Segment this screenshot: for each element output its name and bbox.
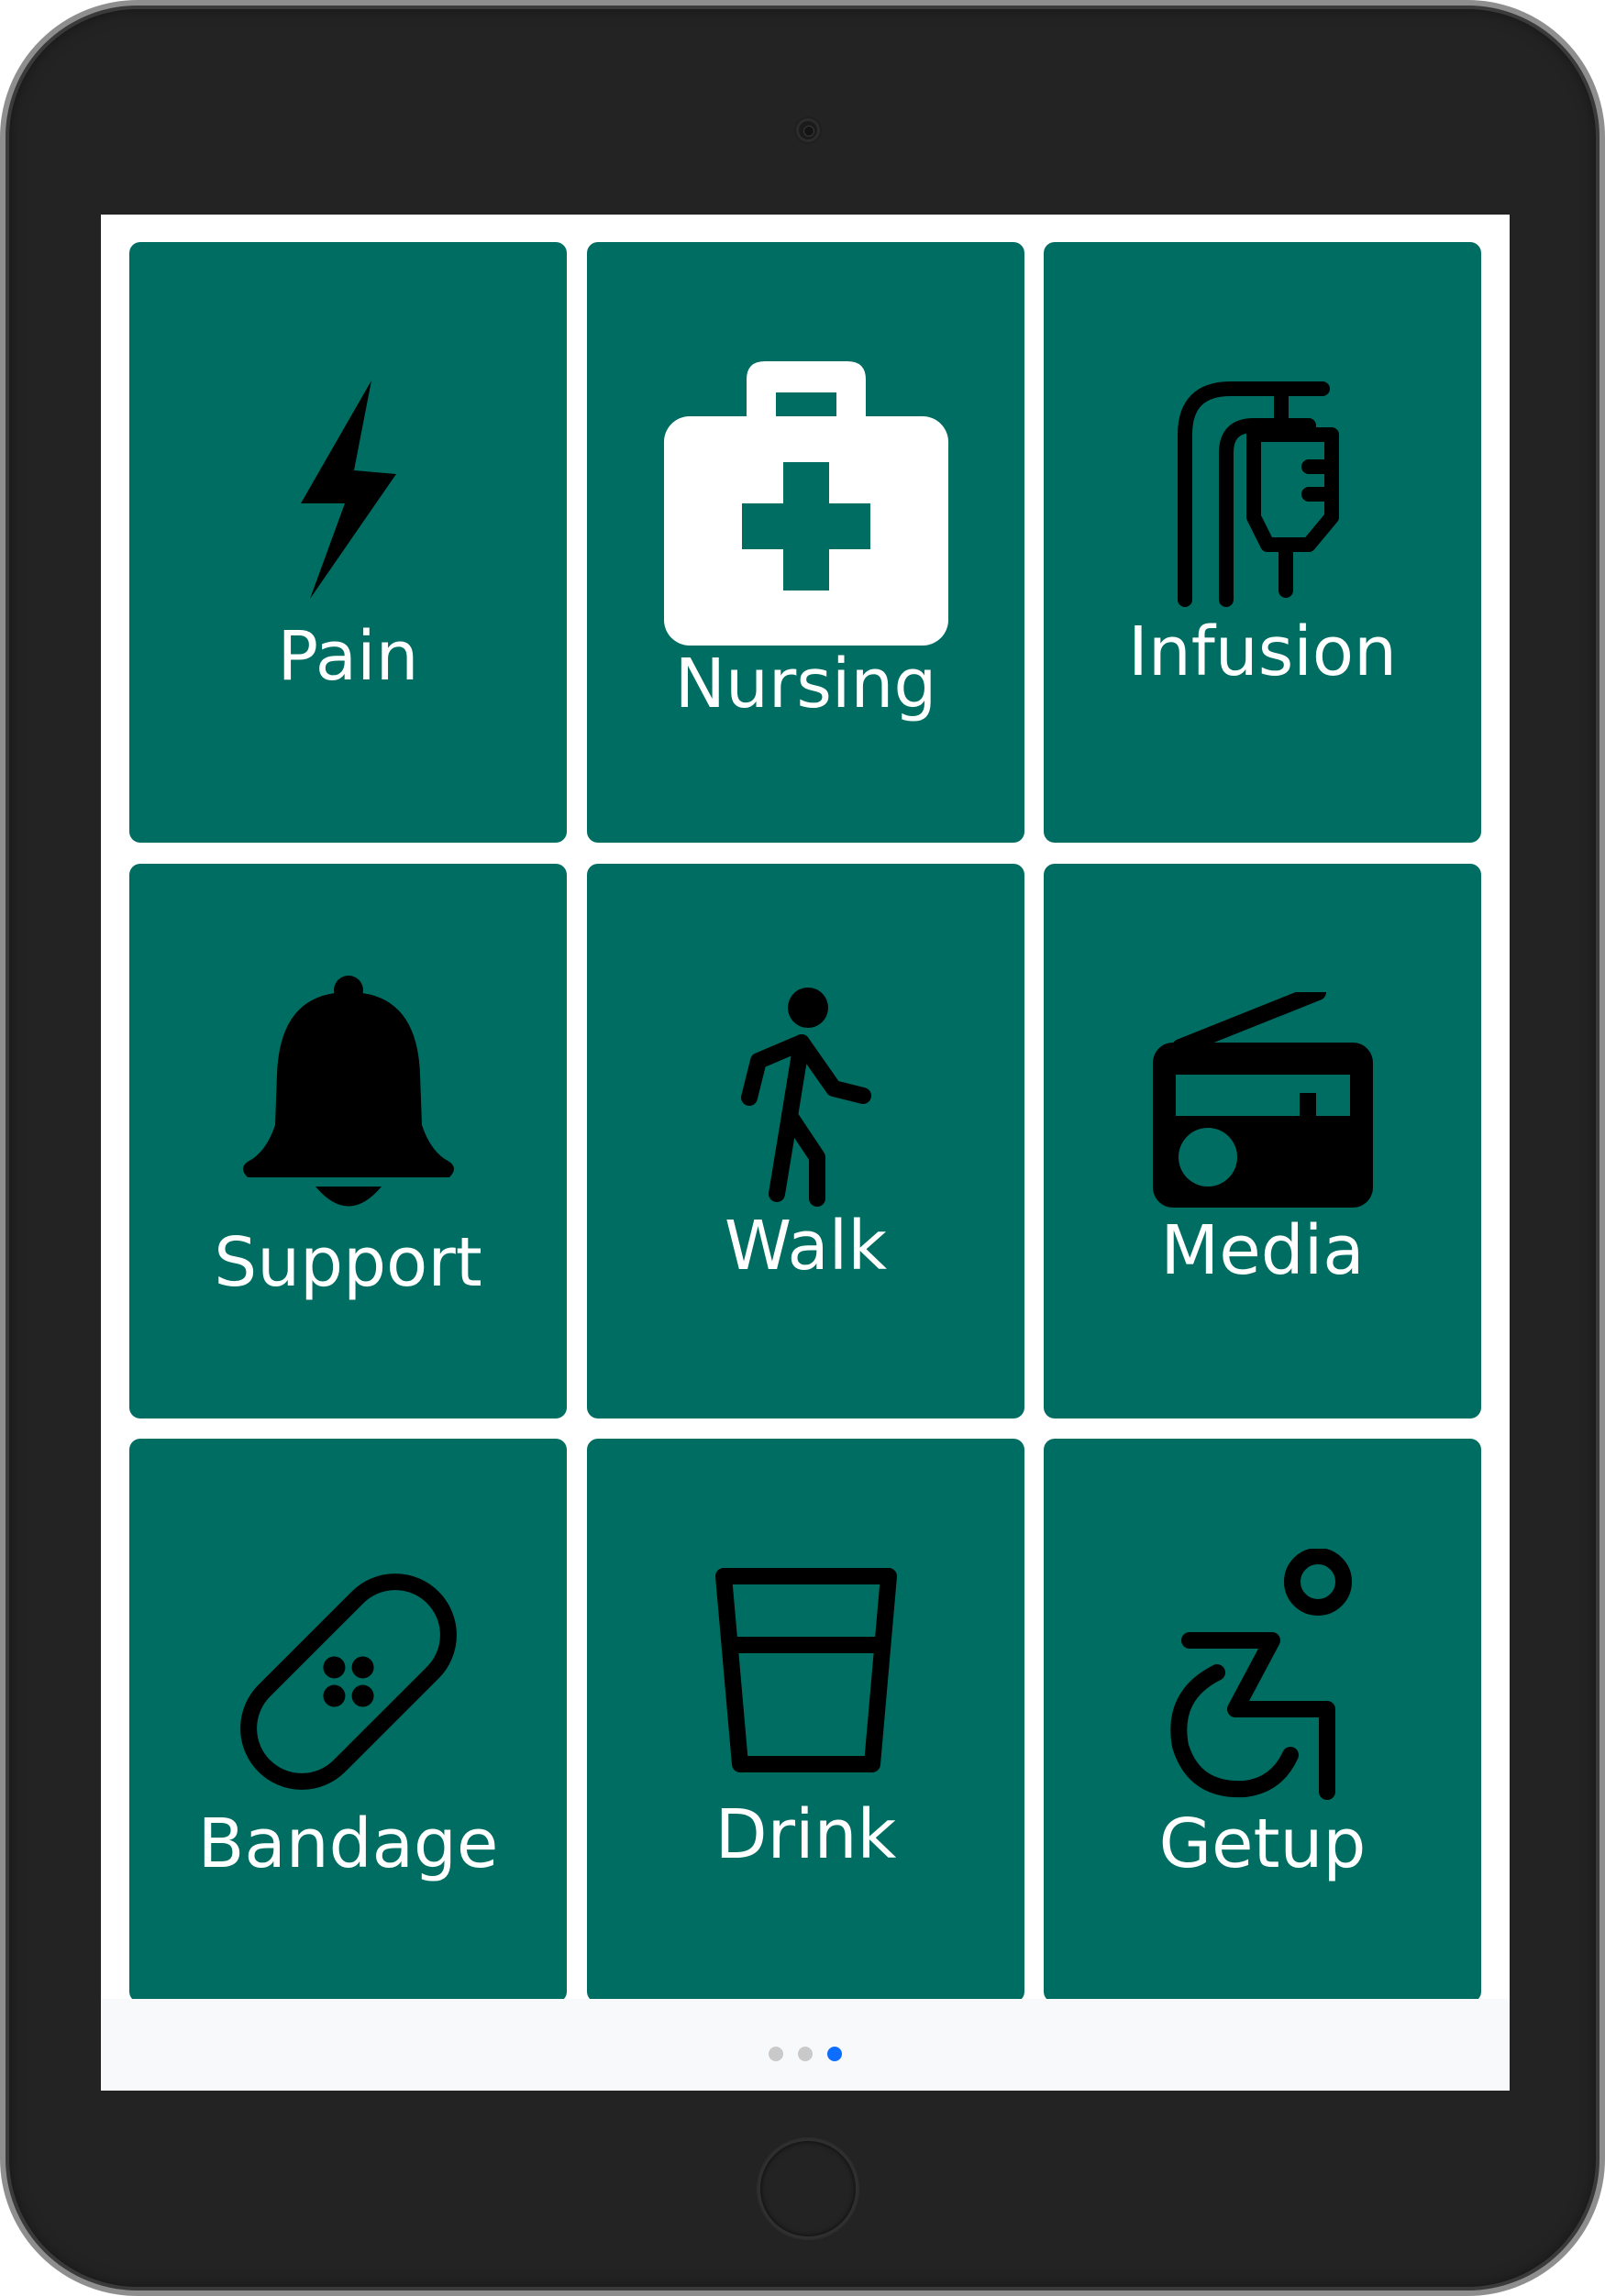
page-indicator — [101, 2047, 1510, 2061]
walking-person-icon — [740, 988, 871, 1207]
page-dot-1[interactable] — [769, 2047, 783, 2061]
nursing-label: Nursing — [674, 645, 937, 723]
infusion-button[interactable]: Infusion — [1044, 242, 1481, 843]
support-label: Support — [214, 1223, 482, 1302]
tablet-device-frame: Pain Nursing Infusion Support Walk Media… — [0, 0, 1605, 2296]
first-aid-kit-icon — [663, 361, 948, 646]
app-screen: Pain Nursing Infusion Support Walk Media… — [101, 215, 1510, 2091]
glass-icon — [714, 1568, 897, 1772]
lightning-bolt-icon — [300, 381, 396, 599]
drink-button[interactable]: Drink — [587, 1439, 1024, 2003]
media-label: Media — [1160, 1211, 1365, 1290]
page-dot-2[interactable] — [798, 2047, 813, 2061]
front-camera — [796, 118, 820, 142]
pain-button[interactable]: Pain — [129, 242, 567, 843]
bell-icon — [242, 976, 454, 1207]
pagination-bar — [101, 1999, 1510, 2091]
bandage-button[interactable]: Bandage — [129, 1439, 567, 2003]
walk-label: Walk — [724, 1207, 888, 1286]
getup-label: Getup — [1158, 1805, 1367, 1883]
wheelchair-icon — [1169, 1549, 1352, 1800]
getup-button[interactable]: Getup — [1044, 1439, 1481, 2003]
drink-label: Drink — [714, 1795, 897, 1874]
walk-button[interactable]: Walk — [587, 864, 1024, 1418]
nursing-button[interactable]: Nursing — [587, 242, 1024, 843]
page-dot-3-active[interactable] — [827, 2047, 842, 2061]
pain-label: Pain — [277, 617, 419, 696]
iv-drip-icon — [1177, 381, 1339, 607]
support-button[interactable]: Support — [129, 864, 567, 1418]
radio-icon — [1152, 992, 1373, 1208]
bandage-label: Bandage — [197, 1805, 499, 1883]
home-button[interactable] — [758, 2138, 858, 2239]
infusion-label: Infusion — [1128, 613, 1397, 691]
media-button[interactable]: Media — [1044, 864, 1481, 1418]
bandage-icon — [239, 1573, 457, 1790]
